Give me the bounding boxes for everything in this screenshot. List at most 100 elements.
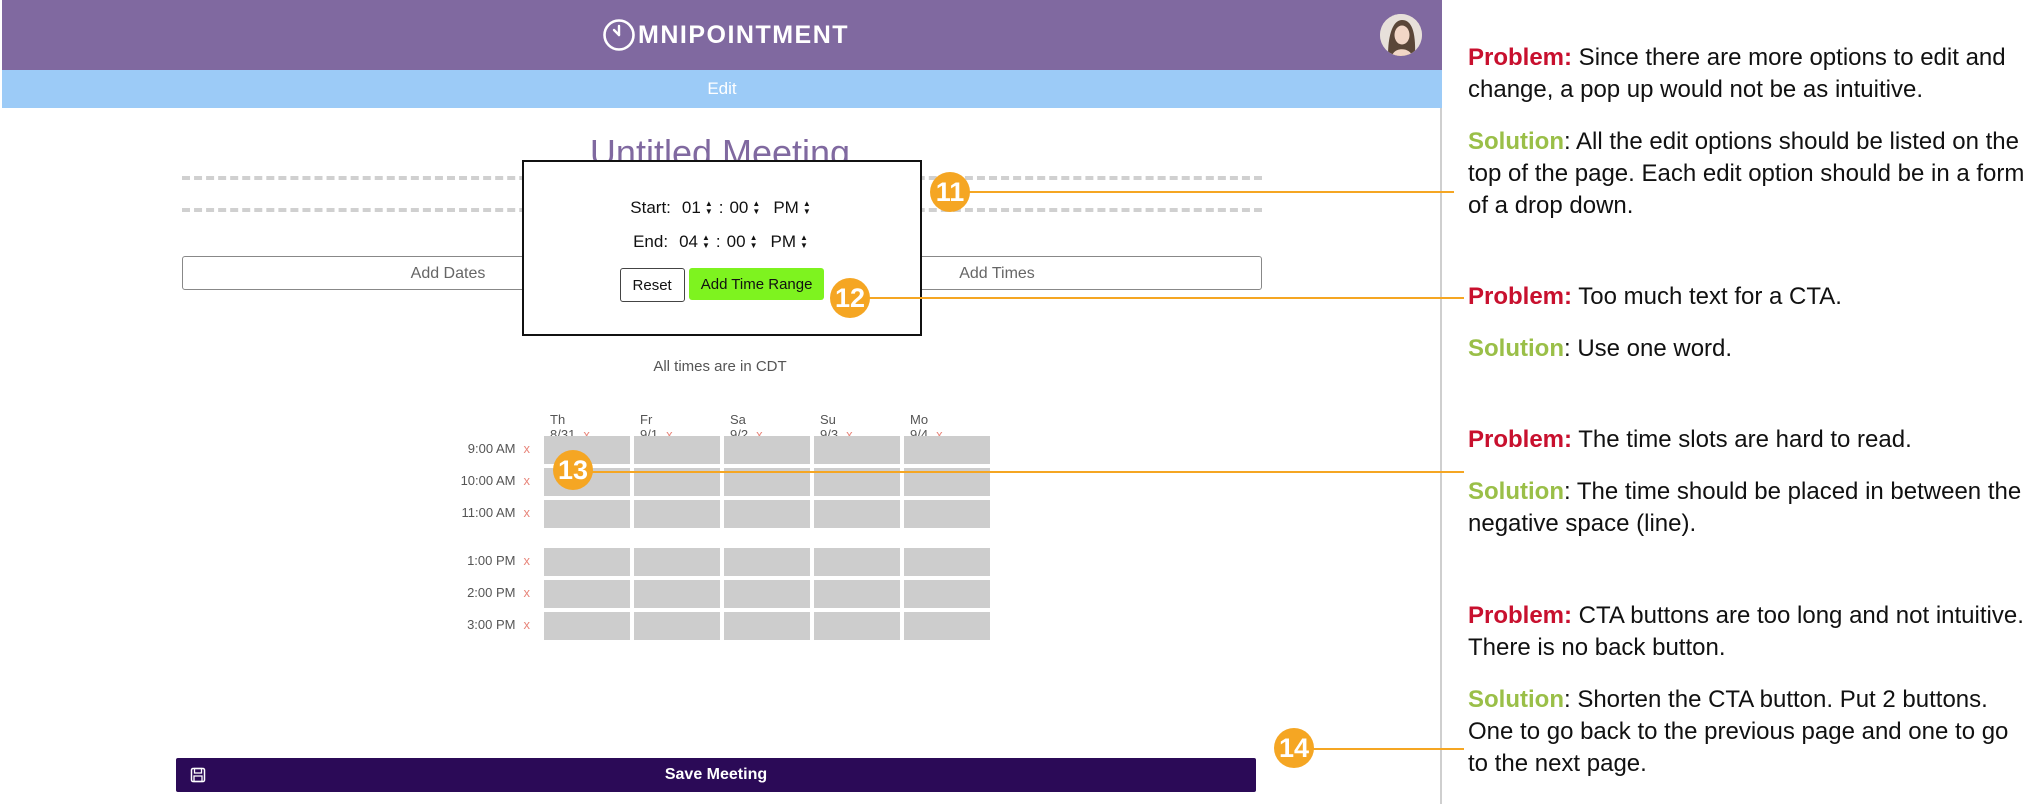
time-separator: : (715, 232, 721, 251)
time-slot-cell[interactable] (634, 612, 720, 640)
time-slot-cell[interactable] (814, 580, 900, 608)
start-minute-stepper[interactable]: 00 ▲ ▼ (729, 198, 760, 218)
time-label: 1:00 PM (467, 553, 516, 568)
stepper-arrows-icon: ▲ ▼ (704, 199, 713, 216)
start-row: Start: 01 ▲ ▼ : 00 ▲ ▼ PM ▲ ▼ (524, 198, 920, 218)
logo[interactable]: MNIPOINTMENT (602, 14, 849, 56)
start-hour-value: 01 (681, 198, 701, 217)
problem-label: Problem: (1468, 602, 1573, 629)
callout-line (968, 191, 1454, 193)
stepper-arrows-icon: ▲ ▼ (749, 233, 758, 250)
note-problem: Problem: Since there are more options to… (1468, 42, 2028, 106)
start-ampm-stepper[interactable]: PM ▲ ▼ (773, 198, 810, 218)
callout-line (592, 471, 1464, 473)
stepper-arrows-icon: ▲ ▼ (799, 233, 808, 250)
timezone-note: All times are in CDT (653, 358, 787, 375)
problem-label: Problem: (1468, 44, 1573, 71)
add-time-range-button[interactable]: Add Time Range (688, 268, 825, 300)
end-ampm-stepper[interactable]: PM ▲ ▼ (770, 232, 807, 252)
time-row-label: 3:00 PM x (400, 617, 530, 632)
note-solution: Solution: The time should be placed in b… (1468, 476, 2028, 540)
stepper-arrows-icon: ▲ ▼ (752, 199, 761, 216)
time-slot-cell[interactable] (814, 612, 900, 640)
time-slot-cell[interactable] (634, 436, 720, 464)
remove-time-icon[interactable]: x (524, 505, 531, 520)
time-slot-cell[interactable] (724, 500, 810, 528)
note-solution: Solution: All the edit options should be… (1468, 126, 2028, 222)
end-hour-stepper[interactable]: 04 ▲ ▼ (679, 232, 710, 252)
time-slot-cell[interactable] (724, 548, 810, 576)
time-slot-cell[interactable] (724, 436, 810, 464)
time-slot-cell[interactable] (814, 500, 900, 528)
marker-13: 13 (553, 450, 593, 490)
time-slot-cell[interactable] (724, 580, 810, 608)
note-problem: Problem: The time slots are hard to read… (1468, 424, 2028, 456)
time-row-label: 1:00 PM x (400, 553, 530, 568)
reset-button[interactable]: Reset (619, 268, 685, 302)
remove-time-icon[interactable]: x (524, 553, 531, 568)
time-slot-cell[interactable] (544, 548, 630, 576)
time-slot-cell[interactable] (904, 436, 990, 464)
time-slot-cell[interactable] (634, 580, 720, 608)
save-meeting-label: Save Meeting (664, 766, 768, 783)
time-slot-cell[interactable] (634, 500, 720, 528)
problem-text: Too much text for a CTA. (1572, 283, 1842, 310)
remove-time-icon[interactable]: x (524, 617, 531, 632)
time-separator: : (718, 198, 724, 217)
end-label: End: (633, 232, 669, 251)
time-row-label: 9:00 AM x (400, 441, 530, 456)
avatar-image (1380, 14, 1422, 56)
time-slot-cell[interactable] (724, 612, 810, 640)
note-problem: Problem: CTA buttons are too long and no… (1468, 600, 2028, 664)
time-slot-cell[interactable] (814, 436, 900, 464)
start-label: Start: (630, 198, 671, 217)
time-slot-cell[interactable] (634, 548, 720, 576)
solution-label: Solution (1468, 478, 1564, 505)
problem-label: Problem: (1468, 283, 1573, 310)
callout-line (1312, 748, 1464, 750)
remove-time-icon[interactable]: x (524, 441, 531, 456)
start-ampm-value: PM (773, 198, 799, 217)
end-ampm-value: PM (770, 232, 796, 251)
time-slot-cell[interactable] (904, 612, 990, 640)
end-minute-stepper[interactable]: 00 ▲ ▼ (727, 232, 758, 252)
header-bar: MNIPOINTMENT (2, 0, 1442, 70)
time-slot-cell[interactable] (544, 612, 630, 640)
brand-name: MNIPOINTMENT (638, 20, 850, 49)
solution-label: Solution (1468, 686, 1564, 713)
time-label: 11:00 AM (461, 505, 516, 520)
marker-14: 14 (1274, 728, 1314, 768)
time-row-label: 10:00 AM x (400, 473, 530, 488)
app-window: MNIPOINTMENT Edit Untitled Meeting Add D… (0, 0, 1442, 804)
marker-12: 12 (830, 278, 870, 318)
remove-time-icon[interactable]: x (524, 585, 531, 600)
time-label: 3:00 PM (467, 617, 516, 632)
callout-line (868, 297, 1464, 299)
end-minute-value: 00 (726, 232, 746, 251)
remove-time-icon[interactable]: x (524, 473, 531, 488)
problem-text: The time slots are hard to read. (1572, 426, 1912, 453)
time-slot-cell[interactable] (814, 548, 900, 576)
stepper-arrows-icon: ▲ ▼ (701, 233, 710, 250)
time-slot-cell[interactable] (904, 500, 990, 528)
start-hour-stepper[interactable]: 01 ▲ ▼ (682, 198, 713, 218)
time-row-label: 11:00 AM x (400, 505, 530, 520)
start-minute-value: 00 (729, 198, 749, 217)
time-slot-cell[interactable] (904, 580, 990, 608)
time-slot-cell[interactable] (544, 500, 630, 528)
end-row: End: 04 ▲ ▼ : 00 ▲ ▼ PM ▲ ▼ (524, 232, 920, 252)
note-solution: Solution: Use one word. (1468, 333, 2028, 365)
marker-11: 11 (930, 172, 970, 212)
problem-label: Problem: (1468, 426, 1573, 453)
edit-bar[interactable]: Edit (2, 70, 1442, 108)
time-label: 9:00 AM (467, 441, 516, 456)
time-slot-cell[interactable] (904, 548, 990, 576)
avatar[interactable] (1380, 14, 1422, 56)
note-problem: Problem: Too much text for a CTA. (1468, 281, 2028, 313)
time-slot-cell[interactable] (544, 580, 630, 608)
time-label: 2:00 PM (467, 585, 516, 600)
time-row-label: 2:00 PM x (400, 585, 530, 600)
solution-text: : Use one word. (1563, 335, 1733, 362)
clock-icon (603, 19, 635, 51)
save-meeting-button[interactable]: Save Meeting (176, 758, 1256, 792)
